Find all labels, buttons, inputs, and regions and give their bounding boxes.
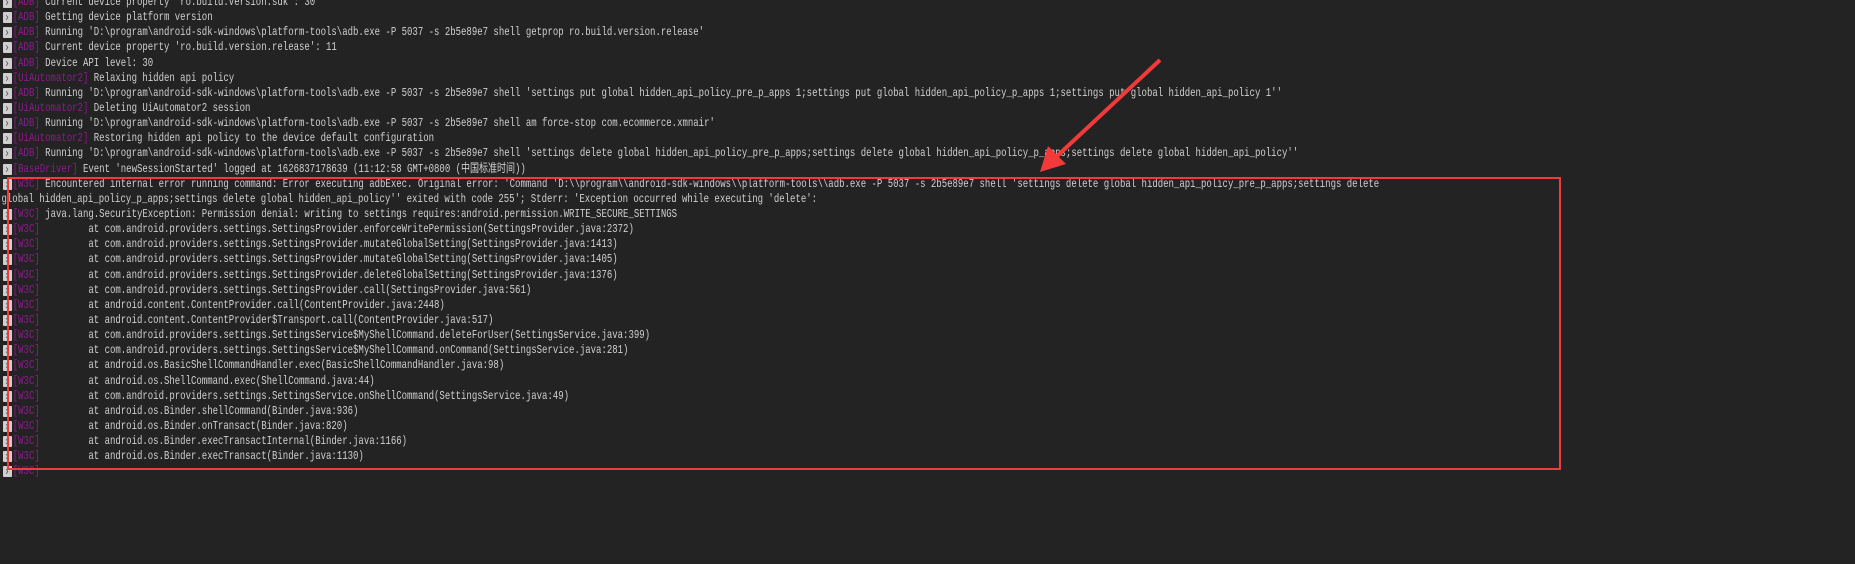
annotation-arrow-icon [1040, 58, 1162, 172]
